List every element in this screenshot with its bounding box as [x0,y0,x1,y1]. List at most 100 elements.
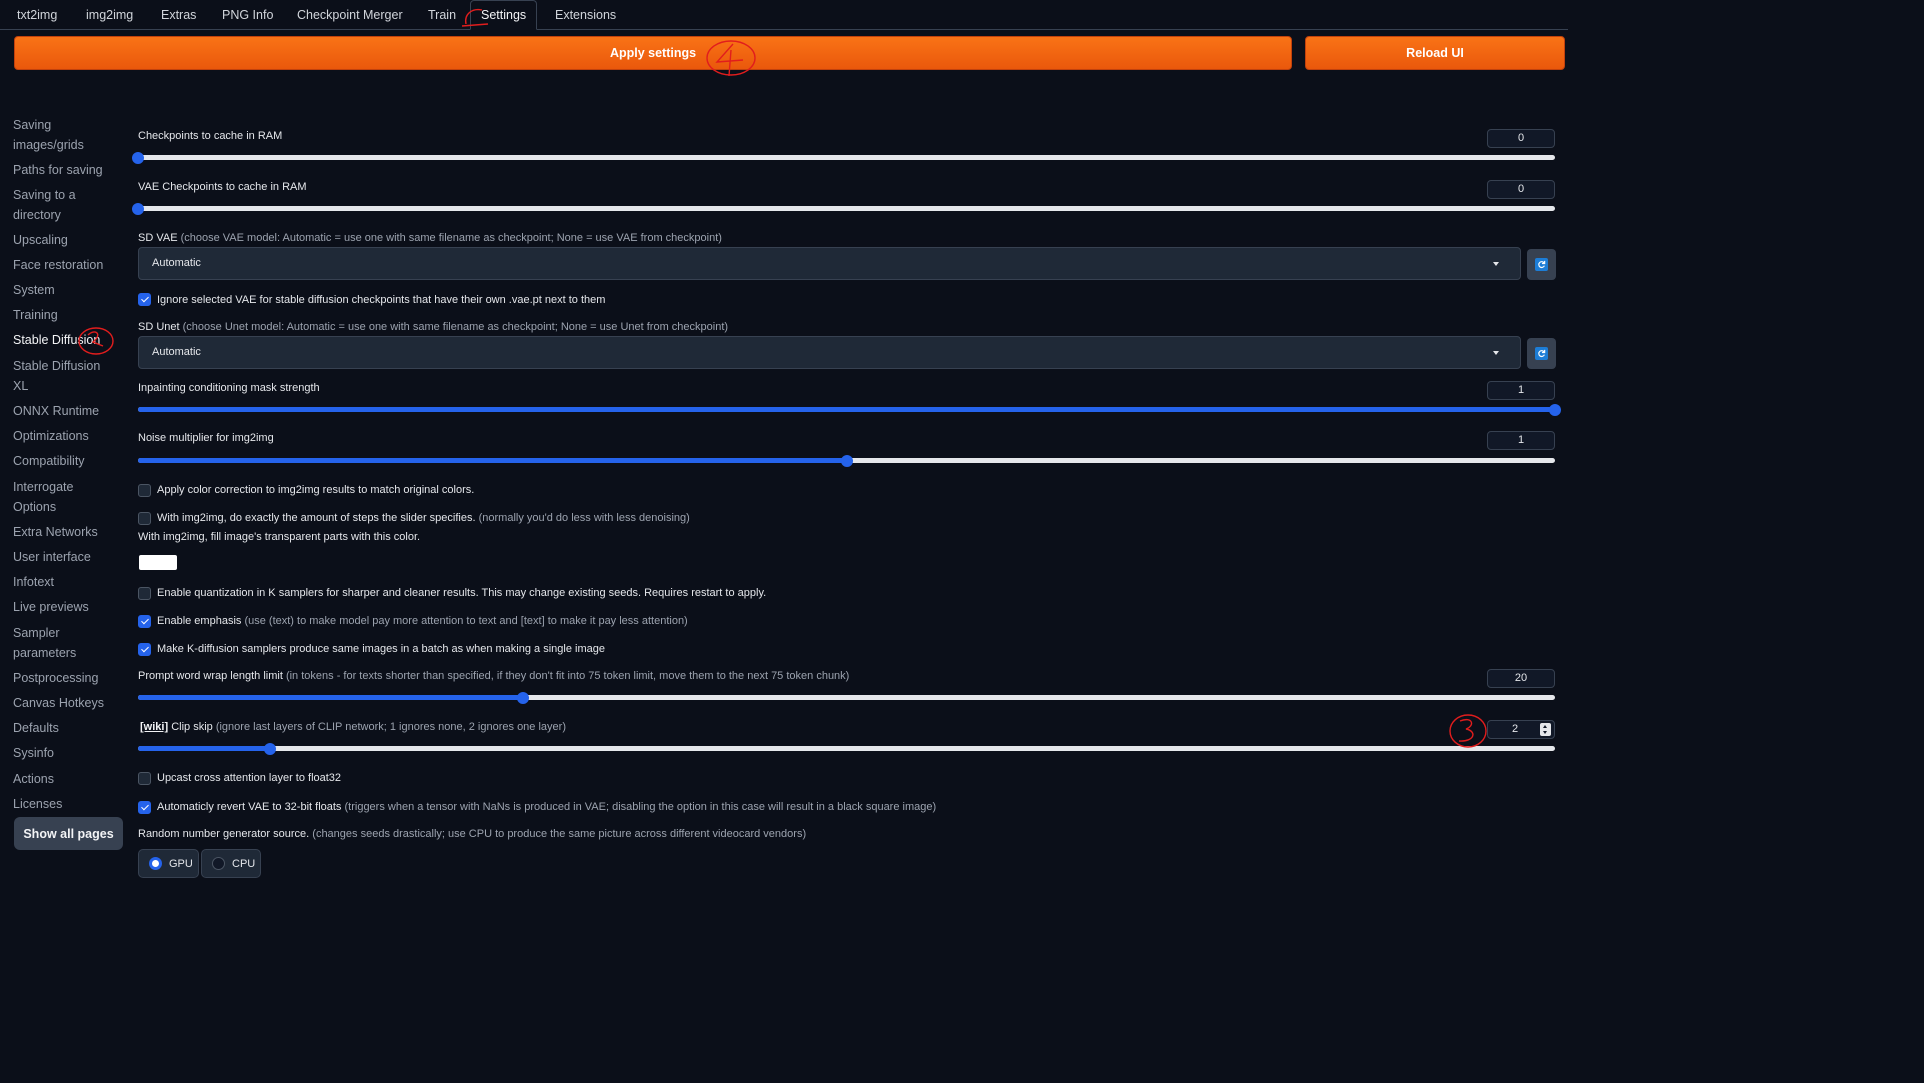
wrap-length-label: Prompt word wrap length limit (in tokens… [138,670,849,682]
ckpt-cache-label: Checkpoints to cache in RAM [138,130,283,142]
rng-title: Random number generator source. [138,828,310,840]
sidebar-item-infotext[interactable]: Infotext [13,573,113,593]
tab-settings[interactable]: Settings [470,0,538,30]
sd-vae-title: SD VAE [138,232,178,244]
sidebar-item-stable-diffusion[interactable]: Stable Diffusion [13,331,113,351]
fill-color-picker[interactable] [139,555,177,570]
inpaint-mask-input[interactable]: 1 [1487,381,1555,400]
sidebar-item-training[interactable]: Training [13,306,113,326]
tab-png-info[interactable]: PNG Info [218,0,277,30]
sidebar-item-canvas-hotkeys[interactable]: Canvas Hotkeys [13,694,113,714]
ckpt-cache-input[interactable]: 0 [1487,129,1555,148]
ignore-vae-checkbox[interactable] [138,293,151,306]
slider-thumb[interactable] [132,151,144,164]
clip-skip-value: 2 [1512,723,1519,735]
clip-skip-wiki-link[interactable]: [wiki] [140,721,168,733]
batch-same-label: Make K-diffusion samplers produce same i… [157,643,605,655]
emphasis-hint: (use (text) to make model pay more atten… [244,615,688,627]
sd-unet-label: SD Unet (choose Unet model: Automatic = … [138,321,728,333]
slider-fill [138,746,271,751]
rng-option-gpu[interactable]: GPU [138,849,199,878]
clip-skip-input[interactable]: 2 [1487,720,1555,739]
sidebar-item-face-restoration[interactable]: Face restoration [13,256,113,276]
radio-selected-icon [149,857,162,870]
sidebar-item-onnx-runtime[interactable]: ONNX Runtime [13,402,113,422]
sidebar-item-licenses[interactable]: Licenses [13,795,113,815]
emphasis-label: Enable emphasis (use (text) to make mode… [157,615,688,627]
sidebar-item-defaults[interactable]: Defaults [13,719,113,739]
sd-vae-dropdown[interactable]: Automatic [138,247,1521,280]
stepper-arrows-icon[interactable] [1540,723,1551,736]
wrap-length-slider[interactable] [138,691,1555,704]
revert-vae-label: Automaticly revert VAE to 32-bit floats … [157,801,936,813]
sidebar-item-stable-diffusion-xl[interactable]: Stable Diffusion XL [13,357,113,396]
clip-skip-title: Clip skip [171,721,213,733]
sidebar-item-system[interactable]: System [13,281,113,301]
inpaint-mask-slider[interactable] [138,403,1561,416]
vae-cache-input[interactable]: 0 [1487,180,1555,199]
sidebar-item-actions[interactable]: Actions [13,770,113,790]
batch-same-checkbox[interactable] [138,643,151,656]
ckpt-cache-slider[interactable] [132,151,1555,164]
sidebar-item-optimizations[interactable]: Optimizations [13,427,113,447]
tab-train[interactable]: Train [424,0,460,30]
sidebar-item-postprocessing[interactable]: Postprocessing [13,669,113,689]
clip-skip-hint: (ignore last layers of CLIP network; 1 i… [215,721,566,733]
sd-vae-refresh-button[interactable] [1527,249,1556,280]
revert-vae-title: Automaticly revert VAE to 32-bit floats [157,801,342,813]
rng-option-cpu[interactable]: CPU [201,849,261,878]
quantization-checkbox[interactable] [138,587,151,600]
refresh-icon [1535,347,1548,360]
sidebar-item-interrogate-options[interactable]: Interrogate Options [13,478,113,517]
sidebar-item-user-interface[interactable]: User interface [13,548,113,568]
rng-label: Random number generator source. (changes… [138,828,806,840]
vae-cache-slider[interactable] [132,202,1555,215]
sidebar-item-paths-for-saving[interactable]: Paths for saving [13,161,113,181]
sidebar-item-sysinfo[interactable]: Sysinfo [13,744,113,764]
rng-option-cpu-label: CPU [232,857,256,870]
apply-settings-button[interactable]: Apply settings [14,36,1292,70]
rng-option-gpu-label: GPU [169,857,193,870]
slider-thumb[interactable] [840,454,853,467]
reload-ui-button[interactable]: Reload UI [1305,36,1565,70]
inpaint-mask-label: Inpainting conditioning mask strength [138,382,320,394]
slider-thumb[interactable] [1549,403,1561,416]
tab-extensions[interactable]: Extensions [551,0,620,30]
sidebar-item-live-previews[interactable]: Live previews [13,598,113,618]
tab-txt2img[interactable]: txt2img [13,0,61,30]
upcast-checkbox[interactable] [138,772,151,785]
noise-mult-slider[interactable] [138,454,1555,467]
sidebar-item-upscaling[interactable]: Upscaling [13,231,113,251]
sidebar-item-compatibility[interactable]: Compatibility [13,452,113,472]
sd-vae-hint: (choose VAE model: Automatic = use one w… [180,232,722,244]
clip-skip-slider[interactable] [138,742,1555,755]
sd-unet-value: Automatic [152,346,201,358]
emphasis-checkbox[interactable] [138,615,151,628]
revert-vae-checkbox[interactable] [138,801,151,814]
exact-steps-checkbox[interactable] [138,512,151,525]
sidebar-item-extra-networks[interactable]: Extra Networks [13,523,113,543]
radio-unselected-icon [212,857,225,870]
exact-steps-hint: (normally you'd do less with less denois… [478,512,690,524]
sd-unet-dropdown[interactable]: Automatic [138,336,1521,369]
sidebar-item-saving-images[interactable]: Saving images/grids [13,116,113,155]
slider-fill [138,695,524,700]
upcast-label: Upcast cross attention layer to float32 [157,772,342,784]
slider-thumb[interactable] [517,691,530,704]
slider-thumb[interactable] [264,742,277,755]
tab-extras[interactable]: Extras [157,0,200,30]
tab-img2img[interactable]: img2img [82,0,137,30]
tab-checkpoint-merger[interactable]: Checkpoint Merger [293,0,407,30]
sd-unet-refresh-button[interactable] [1527,338,1556,369]
wrap-length-title: Prompt word wrap length limit [138,670,283,682]
slider-thumb[interactable] [132,202,144,215]
sidebar-item-saving-to-directory[interactable]: Saving to a directory [13,186,113,225]
sidebar-item-sampler-parameters[interactable]: Sampler parameters [13,624,113,663]
clip-skip-label: [wiki] Clip skip (ignore last layers of … [140,721,566,733]
sd-unet-title: SD Unet [138,321,180,333]
wrap-length-input[interactable]: 20 [1487,669,1555,688]
color-correction-checkbox[interactable] [138,484,151,497]
wrap-length-hint: (in tokens - for texts shorter than spec… [285,670,850,682]
noise-mult-input[interactable]: 1 [1487,431,1555,450]
show-all-pages-button[interactable]: Show all pages [14,817,123,850]
